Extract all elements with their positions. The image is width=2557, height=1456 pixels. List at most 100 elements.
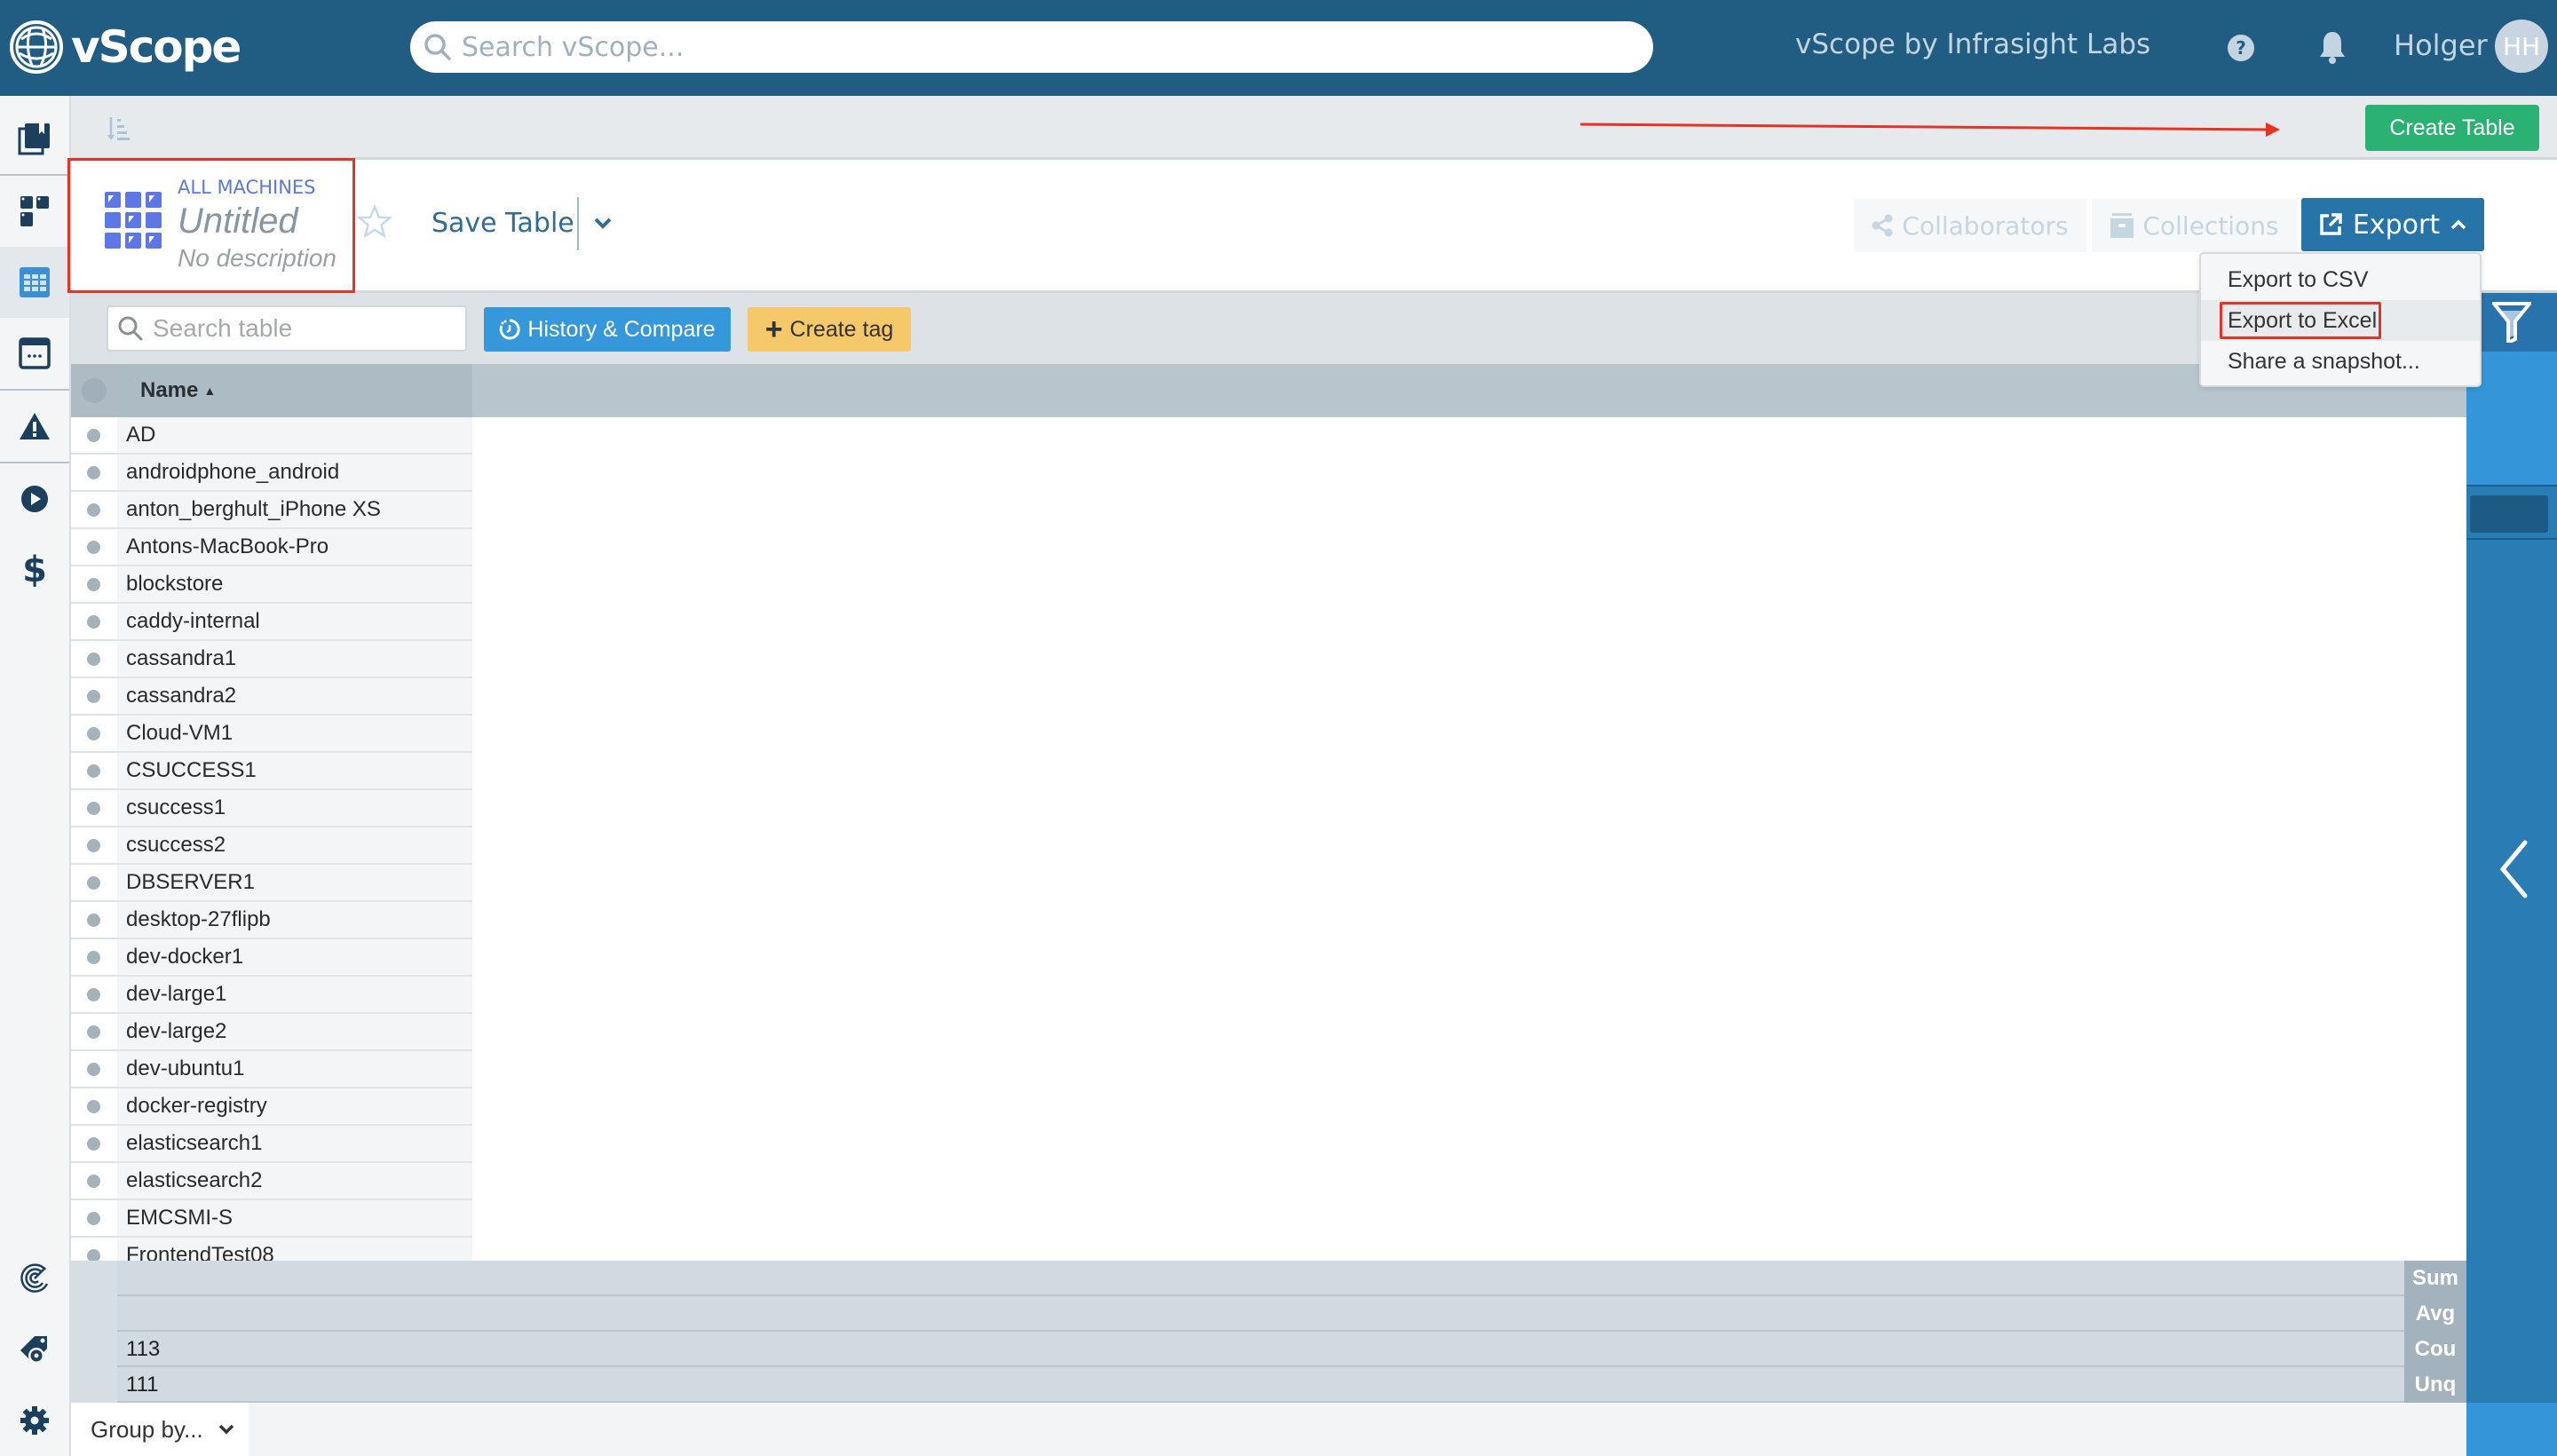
row-checkbox[interactable]	[71, 492, 117, 527]
row-status-dot	[87, 1212, 100, 1225]
export-label: Export	[2352, 209, 2441, 241]
sidebar-item-tables[interactable]	[0, 247, 69, 318]
row-checkbox[interactable]	[71, 790, 117, 826]
help-icon[interactable]: ?	[2227, 34, 2255, 62]
select-all-checkbox[interactable]	[71, 364, 117, 417]
row-checkbox[interactable]	[71, 1200, 117, 1236]
sidebar-item-dashboards[interactable]	[0, 176, 69, 247]
annotation-arrow	[1579, 123, 2280, 137]
avatar[interactable]: HH	[2495, 20, 2548, 73]
row-checkbox[interactable]	[71, 455, 117, 490]
group-by-label: Group by...	[91, 1415, 203, 1443]
row-checkbox[interactable]	[71, 902, 117, 938]
table-row[interactable]: cassandra1	[71, 641, 472, 678]
warning-icon	[20, 413, 50, 439]
create-table-button[interactable]: Create Table	[2365, 105, 2539, 151]
sidebar-item-settings[interactable]	[0, 1385, 69, 1456]
sidebar-item-alerts[interactable]	[0, 391, 69, 462]
global-search[interactable]	[410, 21, 1653, 73]
table-row[interactable]: Antons-MacBook-Pro	[71, 529, 472, 566]
row-checkbox[interactable]	[71, 529, 117, 565]
footer-stat-label[interactable]: Cou	[2404, 1332, 2466, 1367]
table-row[interactable]: desktop-27flipb	[71, 902, 472, 939]
logo[interactable]: vScope	[9, 20, 241, 75]
user-name[interactable]: Holger	[2394, 28, 2488, 62]
table-row[interactable]: blockstore	[71, 566, 472, 604]
table-row[interactable]: androidphone_android	[71, 455, 472, 492]
export-menu-item[interactable]: Export to CSV	[2201, 259, 2480, 300]
chevron-left-icon[interactable]	[2498, 840, 2529, 898]
collections-button[interactable]: Collections	[2092, 199, 2298, 252]
table-row[interactable]: csuccess1	[71, 790, 472, 827]
row-name-cell: csuccess2	[117, 827, 472, 863]
collaborators-button[interactable]: Collaborators	[1854, 199, 2086, 252]
row-checkbox[interactable]	[71, 865, 117, 900]
row-checkbox[interactable]	[71, 1088, 117, 1124]
history-compare-button[interactable]: History & Compare	[484, 307, 731, 352]
table-row[interactable]: dev-large1	[71, 977, 472, 1014]
row-checkbox[interactable]	[71, 977, 117, 1012]
table-row[interactable]: AD	[71, 417, 472, 455]
table-row[interactable]: DBSERVER1	[71, 865, 472, 902]
save-table-button[interactable]: Save Table	[431, 208, 574, 239]
row-checkbox[interactable]	[71, 1238, 117, 1261]
sidebar-item-play[interactable]	[0, 463, 69, 534]
table-row[interactable]: dev-ubuntu1	[71, 1051, 472, 1088]
group-by-dropdown[interactable]: Group by...	[71, 1403, 249, 1456]
row-checkbox[interactable]	[71, 417, 117, 453]
table-row[interactable]: csuccess2	[71, 827, 472, 865]
row-checkbox[interactable]	[71, 827, 117, 863]
star-icon[interactable]	[357, 204, 392, 240]
filter-panel-item[interactable]	[2466, 485, 2557, 540]
table-row[interactable]: docker-registry	[71, 1088, 472, 1126]
row-status-dot	[87, 951, 100, 964]
row-checkbox[interactable]	[71, 1126, 117, 1161]
svg-text:?: ?	[2236, 37, 2246, 59]
sort-icon[interactable]	[107, 115, 131, 142]
table-row[interactable]: dev-large2	[71, 1014, 472, 1051]
row-checkbox[interactable]	[71, 939, 117, 975]
chevron-down-icon[interactable]	[593, 217, 613, 231]
footer-stat-label[interactable]: Sum	[2404, 1261, 2466, 1296]
row-name-cell: anton_berghult_iPhone XS	[117, 492, 472, 527]
table-row[interactable]: elasticsearch1	[71, 1126, 472, 1163]
row-checkbox[interactable]	[71, 641, 117, 677]
table-search[interactable]	[107, 305, 467, 352]
row-status-dot	[87, 466, 100, 479]
filter-panel-bottom	[2466, 1403, 2557, 1456]
export-menu-item[interactable]: Share a snapshot...	[2201, 341, 2480, 382]
table-row[interactable]: dev-docker1	[71, 939, 472, 977]
table-row[interactable]: elasticsearch2	[71, 1163, 472, 1200]
table-row[interactable]: CSUCCESS1	[71, 753, 472, 790]
row-checkbox[interactable]	[71, 1051, 117, 1087]
create-tag-button[interactable]: + Create tag	[748, 307, 911, 352]
table-row[interactable]: caddy-internal	[71, 604, 472, 641]
table-row[interactable]: anton_berghult_iPhone XS	[71, 492, 472, 529]
row-checkbox[interactable]	[71, 753, 117, 788]
row-checkbox[interactable]	[71, 566, 117, 602]
column-header-name[interactable]: Name ▲	[117, 364, 472, 417]
footer-stat-label[interactable]: Avg	[2404, 1296, 2466, 1332]
sidebar-item-library[interactable]	[0, 103, 69, 174]
row-checkbox[interactable]	[71, 716, 117, 751]
export-button[interactable]: Export	[2301, 198, 2484, 251]
table-row[interactable]: EMCSMI-S	[71, 1200, 472, 1238]
footer-stat-label[interactable]: Unq	[2404, 1367, 2466, 1403]
table-row[interactable]: FrontendTest08	[71, 1238, 472, 1261]
row-checkbox[interactable]	[71, 678, 117, 714]
table-search-input[interactable]	[153, 314, 455, 343]
sidebar-item-discovery[interactable]	[0, 1243, 69, 1314]
sidebar-item-views[interactable]	[0, 318, 69, 389]
sidebar-item-tag-settings[interactable]	[0, 1314, 69, 1385]
annotation-highlight-box	[67, 158, 355, 293]
row-checkbox[interactable]	[71, 1163, 117, 1199]
global-search-input[interactable]	[462, 31, 1616, 63]
footer-stat-value: 113	[126, 1337, 161, 1361]
sidebar-item-costs[interactable]: $	[0, 534, 69, 605]
row-checkbox[interactable]	[71, 1014, 117, 1049]
filter-funnel-icon	[2492, 302, 2531, 343]
row-checkbox[interactable]	[71, 604, 117, 639]
table-row[interactable]: cassandra2	[71, 678, 472, 716]
bell-icon[interactable]	[2317, 30, 2347, 64]
table-row[interactable]: Cloud-VM1	[71, 716, 472, 753]
